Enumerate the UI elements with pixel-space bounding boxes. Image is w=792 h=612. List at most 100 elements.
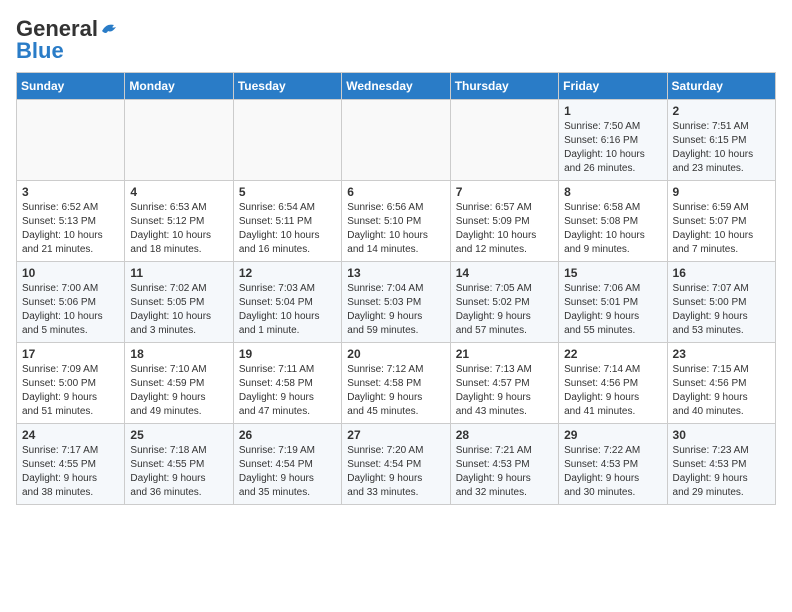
calendar-cell: 7Sunrise: 6:57 AM Sunset: 5:09 PM Daylig…: [450, 181, 558, 262]
calendar-cell: 26Sunrise: 7:19 AM Sunset: 4:54 PM Dayli…: [233, 424, 341, 505]
calendar-cell: 30 Sunrise: 7:23 AM Sunset: 4:53 PM Dayli…: [667, 424, 775, 505]
calendar-table: SundayMondayTuesdayWednesdayThursdayFrid…: [16, 72, 776, 505]
day-info: Sunrise: 7:10 AM Sunset: 4:59 PM Dayligh…: [130, 363, 227, 419]
calendar-cell: 3 Sunrise: 6:52 AM Sunset: 5:13 PM Daylig…: [17, 181, 125, 262]
weekday-header-monday: Monday: [125, 73, 233, 100]
day-info: Sunrise: 7:20 AM Sunset: 4:54 PM Dayligh…: [347, 444, 444, 500]
day-number: 14: [456, 266, 553, 280]
day-number: 30: [673, 428, 770, 442]
weekday-header-thursday: Thursday: [450, 73, 558, 100]
day-info: Sunrise: 7:04 AM Sunset: 5:03 PM Dayligh…: [347, 282, 444, 338]
calendar-cell: 2 Sunrise: 7:51 AM Sunset: 6:15 PM Daylig…: [667, 100, 775, 181]
day-number: 1: [564, 104, 661, 118]
calendar-cell: 19 Sunrise: 7:11 AM Sunset: 4:58 PM Dayli…: [233, 343, 341, 424]
page-header: General Blue: [16, 16, 776, 64]
calendar-cell: 12 Sunrise: 7:03 AM Sunset: 5:04 PM Dayli…: [233, 262, 341, 343]
day-info: Sunrise: 7:03 AM Sunset: 5:04 PM Dayligh…: [239, 282, 336, 338]
day-info: Sunrise: 6:54 AM Sunset: 5:11 PM Dayligh…: [239, 201, 336, 257]
day-info: Sunrise: 7:00 AM Sunset: 5:06 PM Dayligh…: [22, 282, 119, 338]
calendar-cell: 17Sunrise: 7:09 AM Sunset: 5:00 PM Dayli…: [17, 343, 125, 424]
day-number: 20: [347, 347, 444, 361]
day-info: Sunrise: 7:02 AM Sunset: 5:05 PM Dayligh…: [130, 282, 227, 338]
weekday-header-row: SundayMondayTuesdayWednesdayThursdayFrid…: [17, 73, 776, 100]
calendar-week-row: 24 Sunrise: 7:17 AM Sunset: 4:55 PM Dayli…: [17, 424, 776, 505]
day-number: 12: [239, 266, 336, 280]
day-number: 3: [22, 185, 119, 199]
day-number: 8: [564, 185, 661, 199]
day-number: 27: [347, 428, 444, 442]
day-info: Sunrise: 6:52 AM Sunset: 5:13 PM Dayligh…: [22, 201, 119, 257]
calendar-cell: 25 Sunrise: 7:18 AM Sunset: 4:55 PM Dayli…: [125, 424, 233, 505]
day-info: Sunrise: 7:23 AM Sunset: 4:53 PM Dayligh…: [673, 444, 770, 500]
logo: General Blue: [16, 16, 118, 64]
calendar-cell: 18 Sunrise: 7:10 AM Sunset: 4:59 PM Dayli…: [125, 343, 233, 424]
day-info: Sunrise: 7:05 AM Sunset: 5:02 PM Dayligh…: [456, 282, 553, 338]
calendar-cell: 16 Sunrise: 7:07 AM Sunset: 5:00 PM Dayli…: [667, 262, 775, 343]
day-info: Sunrise: 6:53 AM Sunset: 5:12 PM Dayligh…: [130, 201, 227, 257]
day-number: 24: [22, 428, 119, 442]
weekday-header-saturday: Saturday: [667, 73, 775, 100]
calendar-cell: [233, 100, 341, 181]
day-info: Sunrise: 7:18 AM Sunset: 4:55 PM Dayligh…: [130, 444, 227, 500]
day-number: 9: [673, 185, 770, 199]
day-info: Sunrise: 7:09 AM Sunset: 5:00 PM Dayligh…: [22, 363, 119, 419]
calendar-week-row: 3 Sunrise: 6:52 AM Sunset: 5:13 PM Daylig…: [17, 181, 776, 262]
day-info: Sunrise: 7:51 AM Sunset: 6:15 PM Dayligh…: [673, 120, 770, 176]
day-info: Sunrise: 6:59 AM Sunset: 5:07 PM Dayligh…: [673, 201, 770, 257]
day-number: 23: [673, 347, 770, 361]
calendar-cell: 20 Sunrise: 7:12 AM Sunset: 4:58 PM Dayli…: [342, 343, 450, 424]
weekday-header-tuesday: Tuesday: [233, 73, 341, 100]
calendar-cell: 24 Sunrise: 7:17 AM Sunset: 4:55 PM Dayli…: [17, 424, 125, 505]
day-number: 28: [456, 428, 553, 442]
day-number: 22: [564, 347, 661, 361]
calendar-cell: 8 Sunrise: 6:58 AM Sunset: 5:08 PM Daylig…: [559, 181, 667, 262]
day-info: Sunrise: 7:22 AM Sunset: 4:53 PM Dayligh…: [564, 444, 661, 500]
calendar-cell: 22 Sunrise: 7:14 AM Sunset: 4:56 PM Dayli…: [559, 343, 667, 424]
calendar-cell: 10 Sunrise: 7:00 AM Sunset: 5:06 PM Dayli…: [17, 262, 125, 343]
day-info: Sunrise: 7:11 AM Sunset: 4:58 PM Dayligh…: [239, 363, 336, 419]
day-number: 18: [130, 347, 227, 361]
day-number: 16: [673, 266, 770, 280]
calendar-cell: 11 Sunrise: 7:02 AM Sunset: 5:05 PM Dayli…: [125, 262, 233, 343]
day-info: Sunrise: 7:17 AM Sunset: 4:55 PM Dayligh…: [22, 444, 119, 500]
day-number: 2: [673, 104, 770, 118]
day-info: Sunrise: 7:12 AM Sunset: 4:58 PM Dayligh…: [347, 363, 444, 419]
day-number: 5: [239, 185, 336, 199]
calendar-cell: 28 Sunrise: 7:21 AM Sunset: 4:53 PM Dayli…: [450, 424, 558, 505]
calendar-cell: [342, 100, 450, 181]
day-info: Sunrise: 6:58 AM Sunset: 5:08 PM Dayligh…: [564, 201, 661, 257]
day-number: 10: [22, 266, 119, 280]
logo-bird-icon: [100, 21, 118, 35]
day-number: 11: [130, 266, 227, 280]
calendar-cell: 14 Sunrise: 7:05 AM Sunset: 5:02 PM Dayli…: [450, 262, 558, 343]
day-info: Sunrise: 7:15 AM Sunset: 4:56 PM Dayligh…: [673, 363, 770, 419]
weekday-header-sunday: Sunday: [17, 73, 125, 100]
day-number: 7: [456, 185, 553, 199]
calendar-cell: [17, 100, 125, 181]
calendar-cell: [125, 100, 233, 181]
calendar-cell: 6Sunrise: 6:56 AM Sunset: 5:10 PM Daylig…: [342, 181, 450, 262]
calendar-cell: 23 Sunrise: 7:15 AM Sunset: 4:56 PM Dayli…: [667, 343, 775, 424]
logo-blue: Blue: [16, 38, 64, 64]
day-number: 19: [239, 347, 336, 361]
day-number: 29: [564, 428, 661, 442]
calendar-week-row: 17Sunrise: 7:09 AM Sunset: 5:00 PM Dayli…: [17, 343, 776, 424]
day-info: Sunrise: 7:06 AM Sunset: 5:01 PM Dayligh…: [564, 282, 661, 338]
weekday-header-wednesday: Wednesday: [342, 73, 450, 100]
day-info: Sunrise: 7:14 AM Sunset: 4:56 PM Dayligh…: [564, 363, 661, 419]
calendar-week-row: 10 Sunrise: 7:00 AM Sunset: 5:06 PM Dayli…: [17, 262, 776, 343]
calendar-cell: 21Sunrise: 7:13 AM Sunset: 4:57 PM Dayli…: [450, 343, 558, 424]
calendar-cell: [450, 100, 558, 181]
calendar-cell: 9 Sunrise: 6:59 AM Sunset: 5:07 PM Daylig…: [667, 181, 775, 262]
day-info: Sunrise: 7:21 AM Sunset: 4:53 PM Dayligh…: [456, 444, 553, 500]
calendar-cell: 5 Sunrise: 6:54 AM Sunset: 5:11 PM Daylig…: [233, 181, 341, 262]
day-number: 15: [564, 266, 661, 280]
weekday-header-friday: Friday: [559, 73, 667, 100]
calendar-week-row: 1Sunrise: 7:50 AM Sunset: 6:16 PM Daylig…: [17, 100, 776, 181]
day-number: 4: [130, 185, 227, 199]
day-number: 13: [347, 266, 444, 280]
calendar-cell: 27 Sunrise: 7:20 AM Sunset: 4:54 PM Dayli…: [342, 424, 450, 505]
day-number: 25: [130, 428, 227, 442]
day-number: 6: [347, 185, 444, 199]
day-info: Sunrise: 7:07 AM Sunset: 5:00 PM Dayligh…: [673, 282, 770, 338]
